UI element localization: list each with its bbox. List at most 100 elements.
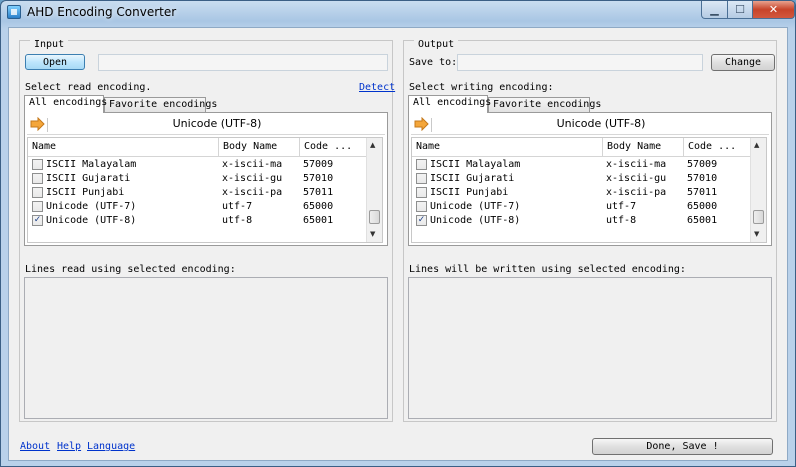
row-name: Unicode (UTF-8) [430,215,521,226]
maximize-button[interactable]: ☐ [727,1,753,19]
detect-link[interactable]: Detect [359,82,395,93]
row-code: 65001 [303,215,334,226]
column-header-name[interactable]: Name [32,141,56,152]
scroll-thumb[interactable] [753,210,764,224]
row-body-name: x-iscii-pa [606,187,667,198]
toolbar-separator [431,118,432,132]
current-encoding-label: Unicode (UTF-8) [172,117,262,130]
add-favorite-icon[interactable] [29,117,45,131]
scroll-down-icon[interactable]: ▼ [754,230,759,238]
row-body-name: utf-7 [222,201,253,212]
close-button[interactable]: ✕ [752,1,795,19]
row-body-name: utf-7 [606,201,637,212]
row-name: ISCII Malayalam [430,159,521,170]
row-name: Unicode (UTF-7) [430,201,521,212]
help-link[interactable]: Help [57,441,81,452]
lines-read-preview[interactable] [24,277,388,419]
row-body-name: x-iscii-ma [222,159,283,170]
scroll-up-icon[interactable]: ▲ [370,141,375,149]
app-icon [7,5,21,19]
row-name: Unicode (UTF-7) [46,201,137,212]
input-encoding-tab-content: Unicode (UTF-8) Name Body Name Code ... … [24,112,388,246]
row-checkbox[interactable] [416,159,427,170]
table-row[interactable]: ISCII Punjabi x-iscii-pa 57011 [28,186,368,200]
select-read-encoding-label: Select read encoding. [25,82,152,93]
save-to-field[interactable] [457,54,703,71]
app-window: AHD Encoding Converter ▁ ☐ ✕ Input Open … [0,0,796,467]
column-header-code[interactable]: Code ... [683,138,736,156]
table-row[interactable]: ISCII Malayalam x-iscii-ma 57009 [412,158,752,172]
row-code: 57011 [687,187,718,198]
row-checkbox[interactable] [32,187,43,198]
table-row[interactable]: ISCII Gujarati x-iscii-gu 57010 [28,172,368,186]
lines-written-preview[interactable] [408,277,772,419]
current-encoding-label: Unicode (UTF-8) [556,117,646,130]
table-row[interactable]: ISCII Malayalam x-iscii-ma 57009 [28,158,368,172]
row-checkbox[interactable] [32,201,43,212]
row-checkbox-checked[interactable]: ✓ [416,215,427,226]
input-path-field [98,54,388,71]
title-bar[interactable]: AHD Encoding Converter ▁ ☐ ✕ [1,1,795,25]
window-title: AHD Encoding Converter [27,5,177,19]
tab-favorite-encodings[interactable]: Favorite encodings [104,97,217,112]
row-body-name: x-iscii-pa [222,187,283,198]
row-body-name: x-iscii-gu [606,173,667,184]
row-name: ISCII Malayalam [46,159,137,170]
row-code: 57010 [687,173,718,184]
output-legend: Output [414,39,459,50]
row-checkbox[interactable] [416,173,427,184]
scroll-down-icon[interactable]: ▼ [370,230,375,238]
table-row[interactable]: ISCII Punjabi x-iscii-pa 57011 [412,186,752,200]
table-row[interactable]: Unicode (UTF-7) utf-7 65000 [28,200,368,214]
output-encoding-tab-content: Unicode (UTF-8) Name Body Name Code ... … [408,112,772,246]
row-code: 65000 [303,201,334,212]
scroll-up-icon[interactable]: ▲ [754,141,759,149]
column-header-body-name[interactable]: Body Name [602,138,661,156]
language-link[interactable]: Language [87,441,135,452]
input-encoding-grid[interactable]: Name Body Name Code ... ISCII Malayalam … [27,137,383,243]
save-to-label: Save to: [409,57,458,68]
output-group: Output Save to: Change Select writing en… [403,39,777,422]
toolbar-separator [47,118,48,132]
column-header-code[interactable]: Code ... [299,138,352,156]
output-encoding-toolbar: Unicode (UTF-8) [411,116,769,135]
row-checkbox[interactable] [32,173,43,184]
column-header-body-name[interactable]: Body Name [218,138,277,156]
row-code: 57009 [687,159,718,170]
open-button[interactable]: Open [25,54,85,70]
row-checkbox[interactable] [416,201,427,212]
row-body-name: utf-8 [606,215,637,226]
row-body-name: utf-8 [222,215,253,226]
input-legend: Input [30,39,69,50]
row-name: Unicode (UTF-8) [46,215,137,226]
row-code: 57010 [303,173,334,184]
scroll-thumb[interactable] [369,210,380,224]
table-row[interactable]: Unicode (UTF-7) utf-7 65000 [412,200,752,214]
row-checkbox-checked[interactable]: ✓ [32,215,43,226]
table-row[interactable]: ✓ Unicode (UTF-8) utf-8 65001 [412,214,752,228]
row-checkbox[interactable] [32,159,43,170]
tab-all-encodings[interactable]: All encodings [24,95,107,113]
about-link[interactable]: About [20,441,50,452]
client-area: Input Open Select read encoding. Detect … [8,27,788,461]
change-button[interactable]: Change [711,54,775,71]
done-save-button[interactable]: Done, Save ! [592,438,773,455]
tab-all-encodings[interactable]: All encodings [408,95,491,113]
row-code: 65001 [687,215,718,226]
row-name: ISCII Gujarati [430,173,515,184]
column-header-name[interactable]: Name [416,141,440,152]
table-row[interactable]: ISCII Gujarati x-iscii-gu 57010 [412,172,752,186]
select-writing-encoding-label: Select writing encoding: [409,82,554,93]
add-favorite-icon[interactable] [413,117,429,131]
table-row[interactable]: ✓ Unicode (UTF-8) utf-8 65001 [28,214,368,228]
row-code: 57009 [303,159,334,170]
row-checkbox[interactable] [416,187,427,198]
tab-favorite-encodings[interactable]: Favorite encodings [488,97,601,112]
minimize-button[interactable]: ▁ [701,1,728,19]
row-body-name: x-iscii-ma [606,159,667,170]
row-code: 57011 [303,187,334,198]
lines-written-label: Lines will be written using selected enc… [409,264,686,275]
grid-scrollbar[interactable]: ▲ ▼ [750,138,766,242]
output-encoding-grid[interactable]: Name Body Name Code ... ISCII Malayalam … [411,137,767,243]
grid-scrollbar[interactable]: ▲ ▼ [366,138,382,242]
